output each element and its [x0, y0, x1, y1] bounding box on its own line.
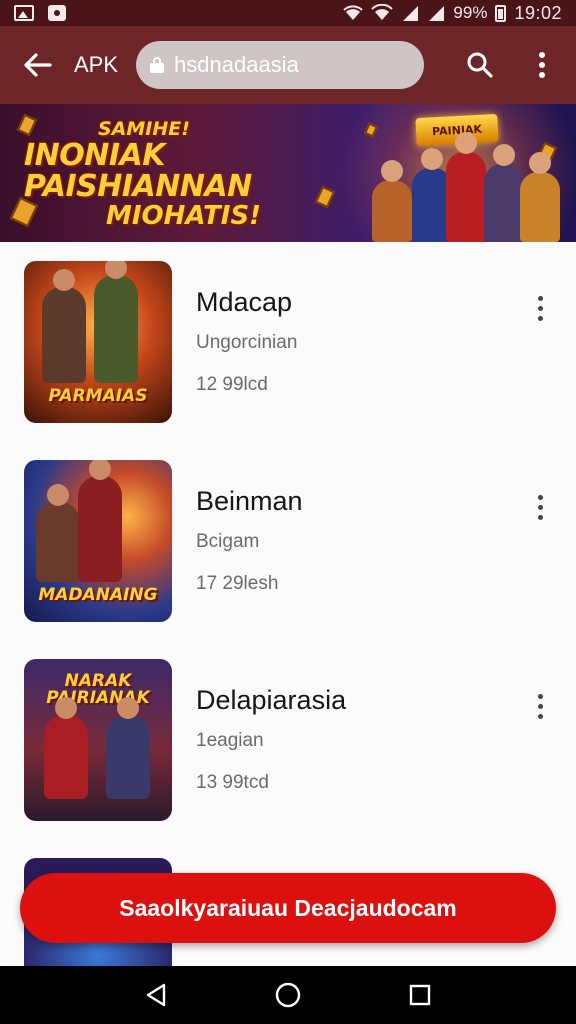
character-figure: [36, 483, 80, 582]
app-meta: 12 99lcd: [196, 374, 268, 395]
back-triangle-icon: [146, 983, 166, 1007]
app-name: Delapiarasia: [196, 685, 347, 715]
gallery-icon: [14, 5, 34, 21]
browser-toolbar: APK hsdnadaasia: [0, 26, 576, 104]
more-vert-icon: [537, 693, 543, 699]
nav-back-button[interactable]: [132, 971, 180, 1019]
signal-icon: [429, 6, 445, 21]
character-figure: [484, 144, 524, 242]
lock-icon: [150, 57, 165, 73]
list-item[interactable]: NARAK PAIRIANAK Delapiarasia 1eagian 13 …: [0, 640, 576, 839]
download-cta-button[interactable]: Saaolkyaraiuau Deacjaudocam: [20, 873, 556, 943]
app-subtitle: Bcigam: [196, 531, 260, 552]
message-icon: [48, 5, 66, 21]
thumbnail-title: NARAK PAIRIANAK: [46, 670, 150, 708]
address-bar[interactable]: hsdnadaasia: [136, 41, 425, 89]
overflow-menu-button[interactable]: [520, 43, 564, 87]
wifi-icon: [343, 5, 364, 20]
app-subtitle: 1eagian: [196, 730, 264, 751]
clock: 19:02: [514, 2, 562, 23]
recents-square-icon: [409, 984, 431, 1006]
apk-label: APK: [74, 52, 119, 77]
item-menu-button[interactable]: [524, 690, 556, 722]
item-menu-button[interactable]: [524, 491, 556, 523]
signal-icon: [403, 6, 419, 21]
promo-banner[interactable]: SAMIHE! INONIAK PAISHIANNAN MIOHATIS! PA…: [0, 104, 576, 242]
url-text: hsdnadaasia: [174, 52, 299, 77]
banner-line-3: MIOHATIS!: [106, 200, 262, 231]
app-name: Mdacap: [196, 287, 293, 317]
battery-percent: 99%: [453, 3, 488, 22]
app-thumbnail: PARMAIAS: [24, 260, 172, 423]
thumbnail-title: MADANAING: [38, 584, 158, 605]
search-button[interactable]: [458, 43, 502, 87]
more-vert-icon: [537, 494, 543, 500]
wifi-icon: [371, 4, 394, 20]
app-thumbnail: MADANAING: [24, 459, 172, 622]
character-figure: [94, 260, 138, 383]
character-figure: [520, 152, 560, 242]
character-figure: [372, 160, 412, 242]
thumbnail-title: PARMAIAS: [48, 385, 148, 406]
banner-line-1: SAMIHE!: [98, 118, 190, 140]
character-figure: [42, 268, 86, 383]
app-meta: 17 29lesh: [196, 573, 279, 594]
nav-recents-button[interactable]: [396, 971, 444, 1019]
back-button[interactable]: [12, 39, 64, 91]
status-bar: 99% 19:02: [0, 0, 576, 26]
character-figure: [446, 132, 486, 242]
nav-home-button[interactable]: [264, 971, 312, 1019]
back-arrow-icon: [24, 53, 52, 77]
home-circle-icon: [275, 982, 301, 1008]
more-vert-icon: [539, 52, 545, 78]
app-meta: 13 99tcd: [196, 772, 269, 793]
app-name: Beinman: [196, 486, 303, 516]
screen: 99% 19:02 APK hsdnadaasia SAMIHE! INONIA…: [0, 0, 576, 1024]
character-figure: [106, 696, 150, 799]
banner-headline: SAMIHE! INONIAK PAISHIANNAN MIOHATIS!: [24, 118, 344, 231]
system-nav-bar: [0, 966, 576, 1024]
battery-icon: [495, 4, 507, 22]
app-thumbnail: NARAK PAIRIANAK: [24, 658, 172, 821]
search-icon: [467, 52, 493, 78]
character-figure: [78, 459, 122, 582]
more-vert-icon: [537, 295, 543, 301]
app-subtitle: Ungorcinian: [196, 332, 298, 353]
list-item[interactable]: PARMAIAS Mdacap Ungorcinian 12 99lcd: [0, 242, 576, 441]
banner-line-2: INONIAK PAISHIANNAN: [24, 137, 252, 205]
item-menu-button[interactable]: [524, 292, 556, 324]
list-item[interactable]: MADANAING Beinman Bcigam 17 29lesh: [0, 441, 576, 640]
character-figure: [44, 696, 88, 799]
